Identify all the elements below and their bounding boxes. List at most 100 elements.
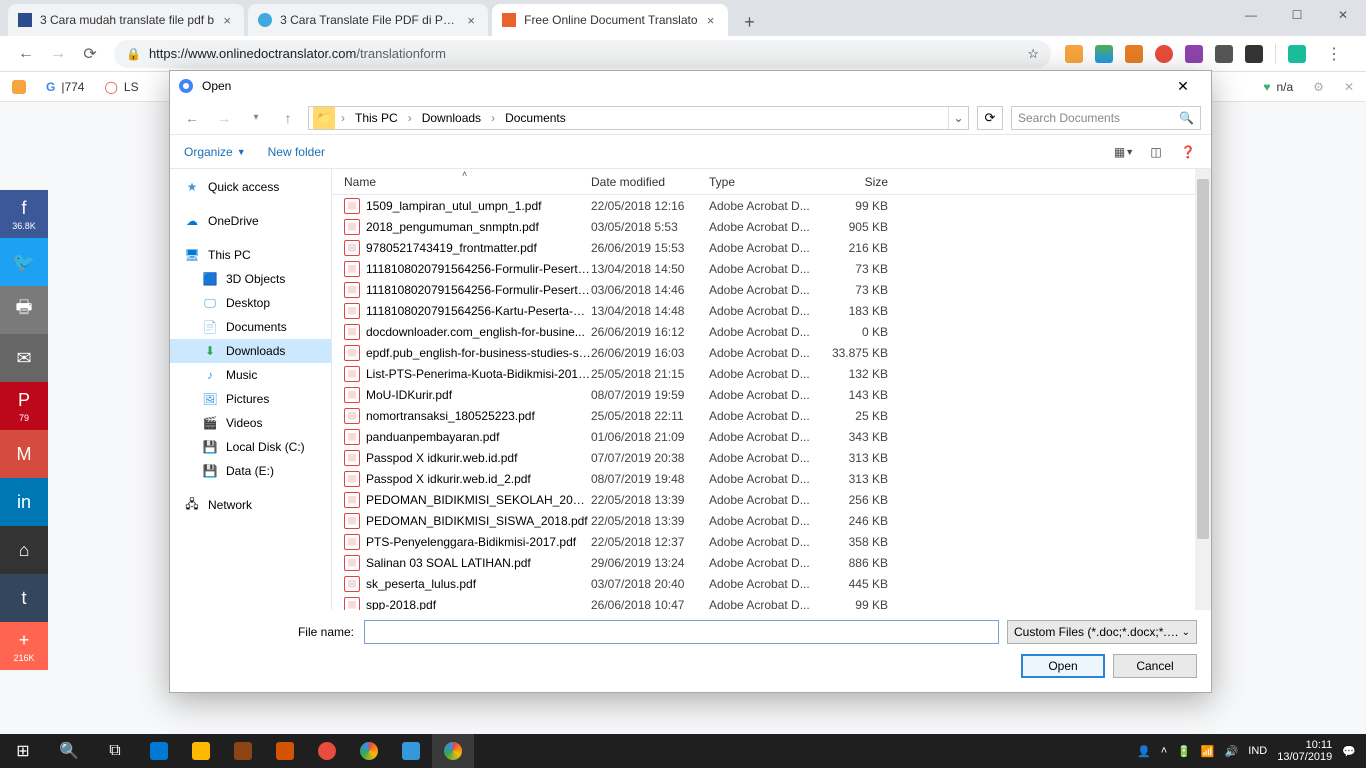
nav-forward-button[interactable]: →: [42, 38, 74, 70]
tray-icon[interactable]: 👤: [1137, 745, 1151, 758]
tree-item[interactable]: 🖼Pictures: [170, 387, 331, 411]
filename-input[interactable]: [364, 620, 999, 644]
tree-this-pc[interactable]: 🖥This PC: [170, 243, 331, 267]
task-view-button[interactable]: ⧉: [92, 734, 138, 768]
col-type[interactable]: Type: [709, 175, 828, 189]
file-row[interactable]: Passpod X idkurir.web.id.pdf07/07/2019 2…: [332, 447, 1211, 468]
tree-onedrive[interactable]: ☁OneDrive: [170, 209, 331, 233]
window-minimize-button[interactable]: —: [1228, 0, 1274, 30]
bookmark-na[interactable]: ♥n/a: [1263, 80, 1293, 94]
dialog-close-button[interactable]: ✕: [1163, 74, 1203, 98]
file-row[interactable]: PTS-Penyelenggara-Bidikmisi-2017.pdf22/0…: [332, 531, 1211, 552]
tab-close-icon[interactable]: ×: [220, 13, 234, 27]
bookmark-item[interactable]: [12, 80, 26, 94]
system-clock[interactable]: 10:11 13/07/2019: [1277, 739, 1332, 763]
col-date[interactable]: Date modified: [591, 175, 709, 189]
browser-tab-active[interactable]: Free Online Document Translato ×: [492, 4, 727, 36]
breadcrumb[interactable]: 📁 › This PC › Downloads › Documents ⌄: [308, 106, 969, 130]
bookmark-star-icon[interactable]: ☆: [1027, 46, 1039, 62]
tree-item[interactable]: 🖵Desktop: [170, 291, 331, 315]
tree-quick-access[interactable]: ★Quick access: [170, 175, 331, 199]
filetype-select[interactable]: Custom Files (*.doc;*.docx;*.xls, ⌄: [1007, 620, 1197, 644]
tab-close-icon[interactable]: ×: [704, 13, 718, 27]
social-share-button[interactable]: 🐦: [0, 238, 48, 286]
extension-icon[interactable]: [1288, 45, 1306, 63]
file-row[interactable]: Salinan 03 SOAL LATIHAN.pdf29/06/2019 13…: [332, 552, 1211, 573]
view-options-icon[interactable]: ▦ ▼: [1115, 143, 1133, 161]
chevron-right-icon[interactable]: ›: [489, 111, 497, 125]
nav-recent-icon[interactable]: ▾: [244, 106, 268, 130]
social-share-button[interactable]: ✉: [0, 334, 48, 382]
search-input[interactable]: Search Documents 🔍: [1011, 106, 1201, 130]
scrollbar[interactable]: [1195, 169, 1211, 610]
file-row[interactable]: epdf.pub_english-for-business-studies-st…: [332, 342, 1211, 363]
browser-tab[interactable]: 3 Cara mudah translate file pdf b ×: [8, 4, 244, 36]
tree-item[interactable]: 💾Data (E:): [170, 459, 331, 483]
extension-icon[interactable]: [1095, 45, 1113, 63]
tree-item[interactable]: 📄Documents: [170, 315, 331, 339]
tab-close-icon[interactable]: ×: [464, 13, 478, 27]
tree-item-selected[interactable]: ⬇Downloads: [170, 339, 331, 363]
taskbar-app[interactable]: [222, 734, 264, 768]
taskbar-app-active[interactable]: [432, 734, 474, 768]
refresh-button[interactable]: ⟳: [977, 106, 1003, 130]
social-share-button[interactable]: in: [0, 478, 48, 526]
browser-tab[interactable]: 3 Cara Translate File PDF di PC / ×: [248, 4, 488, 36]
taskbar-app[interactable]: [390, 734, 432, 768]
extension-icon[interactable]: [1185, 45, 1203, 63]
tree-item[interactable]: 💾Local Disk (C:): [170, 435, 331, 459]
open-button[interactable]: Open: [1021, 654, 1105, 678]
file-row[interactable]: 1118108020791564256-Kartu-Peserta-Bidi..…: [332, 300, 1211, 321]
nav-back-button[interactable]: ←: [10, 38, 42, 70]
social-share-button[interactable]: f36.8K: [0, 190, 48, 238]
bookmark-item[interactable]: ◯LS: [104, 80, 138, 94]
volume-icon[interactable]: 🔊: [1225, 745, 1239, 758]
social-share-button[interactable]: t: [0, 574, 48, 622]
file-row[interactable]: List-PTS-Penerima-Kuota-Bidikmisi-2018..…: [332, 363, 1211, 384]
action-center-icon[interactable]: 💬: [1342, 745, 1356, 758]
file-row[interactable]: PEDOMAN_BIDIKMISI_SEKOLAH_2018.pdf22/05/…: [332, 489, 1211, 510]
file-row[interactable]: 2018_pengumuman_snmptn.pdf03/05/2018 5:5…: [332, 216, 1211, 237]
window-close-button[interactable]: ✕: [1320, 0, 1366, 30]
tree-item[interactable]: 🎬Videos: [170, 411, 331, 435]
breadcrumb-segment[interactable]: This PC: [347, 107, 406, 129]
browser-menu-button[interactable]: ⋮: [1318, 38, 1350, 70]
file-row[interactable]: 1509_lampiran_utul_umpn_1.pdf22/05/2018 …: [332, 195, 1211, 216]
organize-menu[interactable]: Organize▼: [184, 145, 246, 159]
taskbar-app[interactable]: [306, 734, 348, 768]
bookmark-item[interactable]: G|774: [46, 80, 84, 94]
start-button[interactable]: ⊞: [0, 734, 46, 768]
file-row[interactable]: sk_peserta_lulus.pdf03/07/2018 20:40Adob…: [332, 573, 1211, 594]
taskbar-app[interactable]: [348, 734, 390, 768]
nav-back-icon[interactable]: ←: [180, 106, 204, 130]
social-share-button[interactable]: M: [0, 430, 48, 478]
col-size[interactable]: Size: [828, 175, 900, 189]
taskbar-app[interactable]: [180, 734, 222, 768]
extension-icon[interactable]: [1125, 45, 1143, 63]
tray-up-icon[interactable]: ˄: [1161, 745, 1167, 757]
file-row[interactable]: nomortransaksi_180525223.pdf25/05/2018 2…: [332, 405, 1211, 426]
extension-icon[interactable]: [1065, 45, 1083, 63]
wifi-icon[interactable]: 📶: [1201, 745, 1215, 758]
social-share-button[interactable]: ⌂: [0, 526, 48, 574]
col-name[interactable]: Name: [344, 175, 591, 189]
window-maximize-button[interactable]: ☐: [1274, 0, 1320, 30]
breadcrumb-dropdown[interactable]: ⌄: [948, 107, 968, 129]
breadcrumb-segment[interactable]: Documents: [497, 107, 574, 129]
language-indicator[interactable]: IND: [1248, 745, 1267, 757]
nav-forward-icon[interactable]: →: [212, 106, 236, 130]
file-row[interactable]: spp-2018.pdf26/06/2018 10:47Adobe Acroba…: [332, 594, 1211, 610]
social-share-button[interactable]: P79: [0, 382, 48, 430]
tree-item[interactable]: ♪Music: [170, 363, 331, 387]
file-row[interactable]: docdownloader.com_english-for-busine...2…: [332, 321, 1211, 342]
help-icon[interactable]: ❓: [1179, 143, 1197, 161]
search-button[interactable]: 🔍: [46, 734, 92, 768]
file-row[interactable]: 9780521743419_frontmatter.pdf26/06/2019 …: [332, 237, 1211, 258]
file-row[interactable]: 1118108020791564256-Formulir-Peserta-...…: [332, 279, 1211, 300]
scrollbar-thumb[interactable]: [1197, 179, 1209, 539]
extension-icon[interactable]: [1215, 45, 1233, 63]
preview-pane-icon[interactable]: ◫: [1147, 143, 1165, 161]
file-row[interactable]: Passpod X idkurir.web.id_2.pdf08/07/2019…: [332, 468, 1211, 489]
file-row[interactable]: PEDOMAN_BIDIKMISI_SISWA_2018.pdf22/05/20…: [332, 510, 1211, 531]
file-row[interactable]: 1118108020791564256-Formulir-Peserta-...…: [332, 258, 1211, 279]
